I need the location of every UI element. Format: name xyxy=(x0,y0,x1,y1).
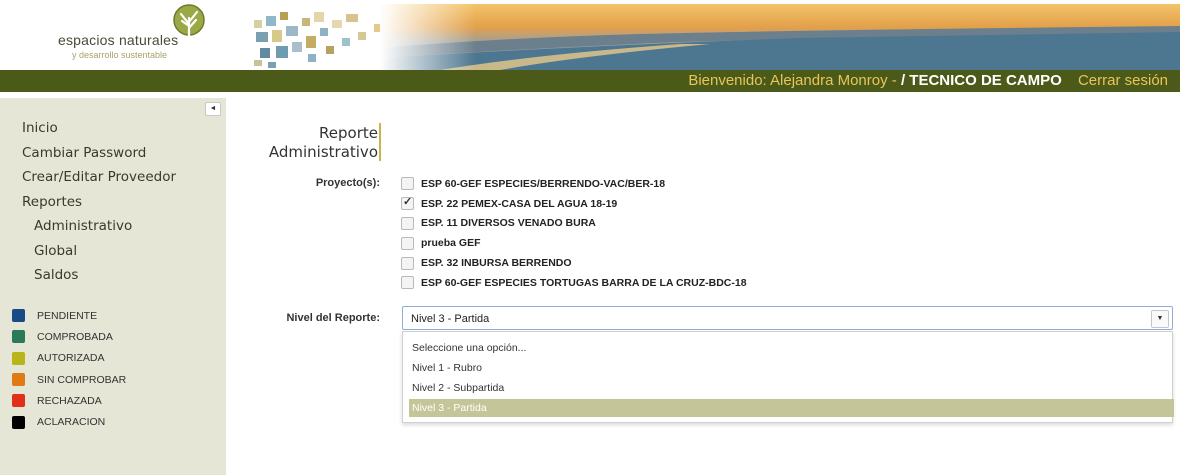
projects-checklist: ESP 60-GEF ESPECIES/BERRENDO-VAC/BER-18 … xyxy=(401,174,747,293)
nivel-label: Nivel del Reporte: xyxy=(286,312,380,324)
sidebar-item-saldos[interactable]: Saldos xyxy=(22,263,176,288)
collapse-sidebar-button[interactable]: ◄ xyxy=(205,102,221,116)
sidebar-menu: Inicio Cambiar Password Crear/Editar Pro… xyxy=(22,116,176,288)
sidebar-item-global[interactable]: Global xyxy=(22,239,176,264)
page-title: Reporte Administrativo xyxy=(250,124,378,162)
legend-swatch xyxy=(12,330,25,344)
legend-label: COMPROBADA xyxy=(37,330,113,343)
project-label[interactable]: ESP. 22 PEMEX-CASA DEL AGUA 18-19 xyxy=(421,198,617,210)
project-option[interactable]: ESP. 11 DIVERSOS VENADO BURA xyxy=(401,214,747,234)
page-title-line1: Reporte xyxy=(319,124,378,142)
legend-item: SIN COMPROBAR xyxy=(12,369,126,390)
status-legend: PENDIENTE COMPROBADA AUTORIZADA SIN COMP… xyxy=(12,305,126,433)
project-checkbox[interactable] xyxy=(401,177,414,191)
project-option[interactable]: ESP 60-GEF ESPECIES/BERRENDO-VAC/BER-18 xyxy=(401,174,747,194)
legend-swatch xyxy=(12,351,25,365)
project-checkbox[interactable] xyxy=(401,256,414,270)
legend-label: ACLARACION xyxy=(37,416,106,429)
landscape-banner xyxy=(380,4,1180,70)
legend-swatch xyxy=(12,373,25,387)
top-navbar: Bienvenido: Alejandra Monroy - / TECNICO… xyxy=(0,70,1180,92)
project-option[interactable]: ESP 60-GEF ESPECIES TORTUGAS BARRA DE LA… xyxy=(401,273,747,293)
legend-swatch xyxy=(12,309,25,323)
sidebar-item-reportes[interactable]: Reportes xyxy=(22,190,176,215)
nivel-option[interactable]: Nivel 2 - Subpartida xyxy=(409,379,1174,397)
project-option[interactable]: ESP. 22 PEMEX-CASA DEL AGUA 18-19 xyxy=(401,194,747,214)
logo-title: espacios naturales xyxy=(58,32,179,48)
projects-label: Proyecto(s): xyxy=(315,177,380,189)
nivel-option[interactable]: Nivel 1 - Rubro xyxy=(409,359,1174,377)
nivel-select-value: Nivel 3 - Partida xyxy=(411,313,490,325)
nivel-option-selected[interactable]: Nivel 3 - Partida xyxy=(409,399,1174,417)
legend-label: SIN COMPROBAR xyxy=(37,373,127,386)
project-option[interactable]: ESP. 32 INBURSA BERRENDO xyxy=(401,253,747,273)
legend-item: COMPROBADA xyxy=(12,326,126,347)
project-label[interactable]: ESP. 11 DIVERSOS VENADO BURA xyxy=(421,217,596,229)
legend-item: RECHAZADA xyxy=(12,390,126,411)
sidebar-item-inicio[interactable]: Inicio xyxy=(22,116,176,141)
logout-link[interactable]: Cerrar sesión xyxy=(1078,72,1168,89)
nivel-select[interactable]: Nivel 3 - Partida ▼ xyxy=(402,306,1173,330)
legend-item: PENDIENTE xyxy=(12,305,126,326)
logo[interactable]: espacios naturales y desarrollo sustenta… xyxy=(18,4,218,68)
legend-item: ACLARACION xyxy=(12,411,126,432)
page-title-line2: Administrativo xyxy=(268,143,378,161)
sidebar: ◄ Inicio Cambiar Password Crear/Editar P… xyxy=(0,98,226,475)
sidebar-item-crear-editar-proveedor[interactable]: Crear/Editar Proveedor xyxy=(22,165,176,190)
legend-label: RECHAZADA xyxy=(37,394,102,407)
nivel-option[interactable]: Seleccione una opción... xyxy=(409,339,1174,357)
header: espacios naturales y desarrollo sustenta… xyxy=(0,0,1180,70)
project-checkbox[interactable] xyxy=(401,236,414,250)
welcome-bar: Bienvenido: Alejandra Monroy - / TECNICO… xyxy=(688,70,1168,92)
sidebar-item-administrativo[interactable]: Administrativo xyxy=(22,214,176,239)
chevron-down-icon[interactable]: ▼ xyxy=(1151,310,1169,328)
legend-swatch xyxy=(12,394,25,408)
logo-subtitle: y desarrollo sustentable xyxy=(72,50,168,60)
project-checkbox[interactable] xyxy=(401,195,414,211)
project-label[interactable]: ESP 60-GEF ESPECIES/BERRENDO-VAC/BER-18 xyxy=(421,178,665,190)
sidebar-item-cambiar-password[interactable]: Cambiar Password xyxy=(22,141,176,166)
nivel-dropdown: Seleccione una opción... Nivel 1 - Rubro… xyxy=(402,331,1174,423)
user-role: / TECNICO DE CAMPO xyxy=(900,72,1062,89)
project-checkbox[interactable] xyxy=(401,276,414,290)
project-label[interactable]: prueba GEF xyxy=(421,237,481,249)
legend-item: AUTORIZADA xyxy=(12,348,126,369)
welcome-user: Bienvenido: Alejandra Monroy - xyxy=(688,72,897,89)
legend-label: AUTORIZADA xyxy=(37,352,105,365)
project-checkbox[interactable] xyxy=(401,216,414,230)
legend-swatch xyxy=(12,415,25,429)
project-label[interactable]: ESP. 32 INBURSA BERRENDO xyxy=(421,257,572,269)
project-label[interactable]: ESP 60-GEF ESPECIES TORTUGAS BARRA DE LA… xyxy=(421,277,747,289)
title-divider xyxy=(379,123,381,161)
project-option[interactable]: prueba GEF xyxy=(401,233,747,253)
legend-label: PENDIENTE xyxy=(37,309,98,322)
